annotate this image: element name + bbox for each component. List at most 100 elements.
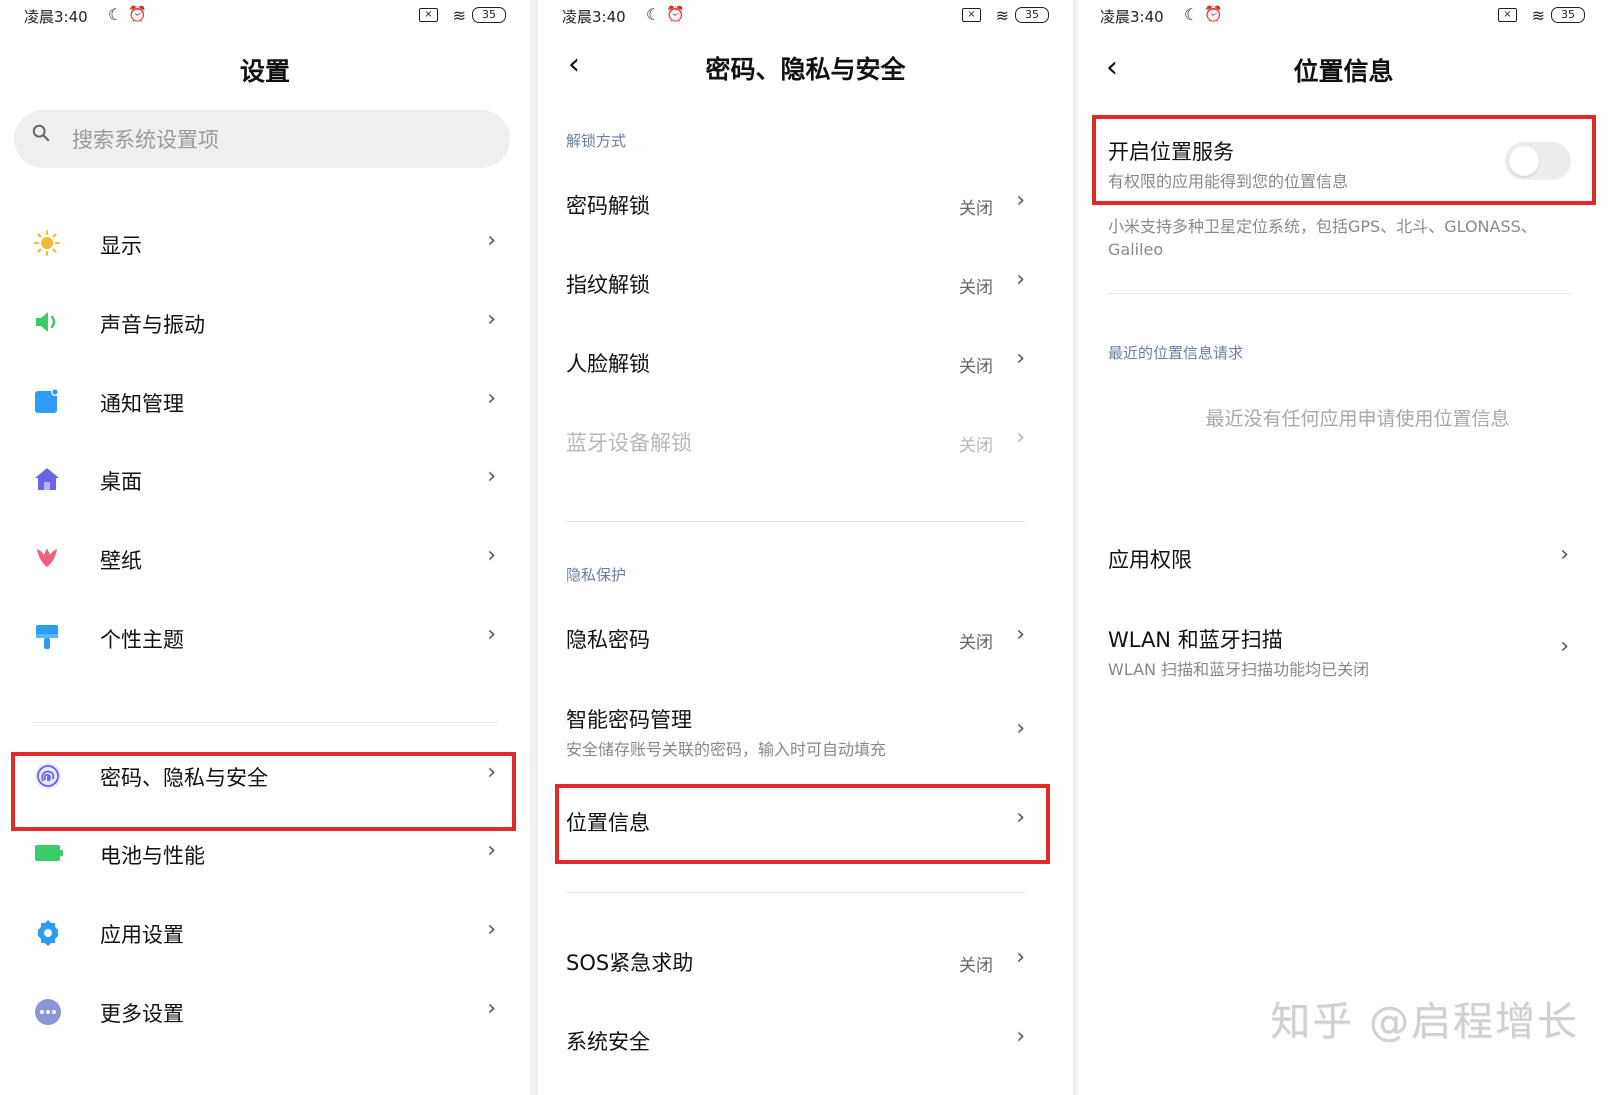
search-bar[interactable] [14,110,510,168]
item-label: 隐私密码 [566,628,650,652]
item-label: 电池与性能 [100,844,205,868]
item-label: 显示 [100,234,142,258]
item-value: 关闭 [959,956,993,976]
unlock-item-fingerprint[interactable]: 指纹解锁 关闭 › [538,247,1073,319]
chevron-right-icon: › [1016,267,1025,292]
alarm-icon: ⏰ [128,5,147,23]
empty-message: 最近没有任何应用申请使用位置信息 [1205,408,1510,430]
settings-item-more[interactable]: 更多设置 › [0,976,530,1048]
chevron-right-icon: › [487,228,496,253]
page-title: 位置信息 [1293,57,1394,86]
item-label: 通知管理 [100,392,184,416]
home-icon [35,468,59,490]
status-bar: 凌晨3:40 ☾ ⏰ × ≋ 35 [562,4,1053,34]
privacy-item-location[interactable]: 位置信息 › [538,785,1073,857]
status-bar: 凌晨3:40 ☾ ⏰ × ≋ 35 [24,4,510,34]
item-label: 人脸解锁 [566,352,650,376]
status-time: 凌晨3:40 [24,8,88,26]
sim-icon: × [962,8,981,22]
divider [32,722,498,723]
settings-item-themes[interactable]: 个性主题 › [0,602,530,674]
page-title: 设置 [239,57,290,86]
page-title: 密码、隐私与安全 [705,55,906,84]
unlock-item-face[interactable]: 人脸解锁 关闭 › [538,326,1073,398]
chevron-right-icon: › [1016,622,1025,647]
item-value: 关闭 [959,633,993,653]
location-toggle[interactable] [1505,142,1571,180]
settings-item-wallpaper[interactable]: 壁纸 › [0,523,530,595]
alarm-icon: ⏰ [1204,5,1223,23]
fingerprint-icon [35,763,61,789]
item-label: 智能密码管理 [566,708,692,732]
status-time: 凌晨3:40 [1100,8,1164,26]
item-app-permissions[interactable]: 应用权限 › [1078,522,1609,594]
item-label: 密码解锁 [566,194,650,218]
brush-icon [36,625,58,649]
moon-icon: ☾ [108,5,123,24]
chevron-right-icon: › [487,760,496,785]
privacy-item-smart-password[interactable]: 智能密码管理 安全储存账号关联的密码，输入时可自动填充 › [538,690,1073,770]
unlock-item-password[interactable]: 密码解锁 关闭 › [538,168,1073,240]
item-value: 关闭 [959,436,993,456]
item-label: 个性主题 [100,628,184,652]
item-subtitle: 安全储存账号关联的密码，输入时可自动填充 [566,740,887,759]
chevron-right-icon: › [1560,542,1569,567]
sim-icon: × [1498,8,1517,22]
battery-status: 35 [1551,7,1585,23]
item-label: 应用设置 [100,923,184,947]
settings-item-apps[interactable]: 应用设置 › [0,897,530,969]
chevron-right-icon: › [1016,188,1025,213]
settings-panel: 凌晨3:40 ☾ ⏰ × ≋ 35 设置 显示 › 声音与振动 › 通知管理 ›… [0,0,530,1095]
section-header-recent: 最近的位置信息请求 [1108,344,1244,362]
settings-item-notifications[interactable]: 通知管理 › [0,366,530,438]
divider [566,521,1025,522]
status-bar: 凌晨3:40 ☾ ⏰ × ≋ 35 [1100,4,1589,34]
item-wlan-bluetooth-scan[interactable]: WLAN 和蓝牙扫描 WLAN 扫描和蓝牙扫描功能均已关闭 › [1078,612,1609,692]
moon-icon: ☾ [646,5,661,24]
speaker-icon [36,312,56,332]
section-header-privacy: 隐私保护 [566,566,627,584]
chevron-right-icon: › [1016,805,1025,830]
settings-item-battery[interactable]: 电池与性能 › [0,818,530,890]
chevron-right-icon: › [1016,1024,1025,1049]
settings-item-sound[interactable]: 声音与振动 › [0,287,530,359]
wifi-icon: ≋ [452,6,466,25]
sim-icon: × [419,8,438,22]
item-label: SOS紧急求助 [566,951,694,975]
item-system-security[interactable]: 系统安全 › [538,1004,1073,1076]
chevron-right-icon: › [1016,346,1025,371]
unlock-item-bluetooth[interactable]: 蓝牙设备解锁 关闭 › [538,405,1073,477]
location-service-subtitle: 有权限的应用能得到您的位置信息 [1108,172,1349,191]
chevron-right-icon: › [487,622,496,647]
settings-item-display[interactable]: 显示 › [0,208,530,280]
chevron-right-icon: › [487,464,496,489]
section-header-unlock: 解锁方式 [566,132,627,150]
location-panel: 凌晨3:40 ☾ ⏰ × ≋ 35 ‹ 位置信息 开启位置服务 有权限的应用能得… [1078,0,1609,1095]
wifi-icon: ≋ [1531,6,1545,25]
item-subtitle: WLAN 扫描和蓝牙扫描功能均已关闭 [1108,660,1370,679]
chevron-right-icon: › [487,307,496,332]
battery-icon [35,845,63,861]
alarm-icon: ⏰ [666,5,685,23]
watermark: 知乎 @启程增长 [1270,999,1579,1045]
privacy-item-password[interactable]: 隐私密码 关闭 › [538,602,1073,674]
status-time: 凌晨3:40 [562,8,626,26]
search-input[interactable] [70,118,494,162]
item-sos[interactable]: SOS紧急求助 关闭 › [538,925,1073,997]
divider [1108,293,1571,294]
item-value: 关闭 [959,357,993,377]
divider [566,892,1025,893]
settings-item-desktop[interactable]: 桌面 › [0,444,530,516]
chevron-right-icon: › [1016,716,1025,741]
location-service-row[interactable]: 开启位置服务 有权限的应用能得到您的位置信息 [1078,122,1609,204]
item-label: 更多设置 [100,1002,184,1026]
item-label: 应用权限 [1108,548,1192,572]
item-label: 位置信息 [566,811,650,835]
wifi-icon: ≋ [995,6,1009,25]
item-label: 声音与振动 [100,313,205,337]
panel-gutter [530,0,538,1095]
chevron-right-icon: › [487,386,496,411]
chevron-right-icon: › [487,543,496,568]
security-panel: 凌晨3:40 ☾ ⏰ × ≋ 35 ‹ 密码、隐私与安全 解锁方式 密码解锁 关… [538,0,1073,1095]
chevron-right-icon: › [487,917,496,942]
